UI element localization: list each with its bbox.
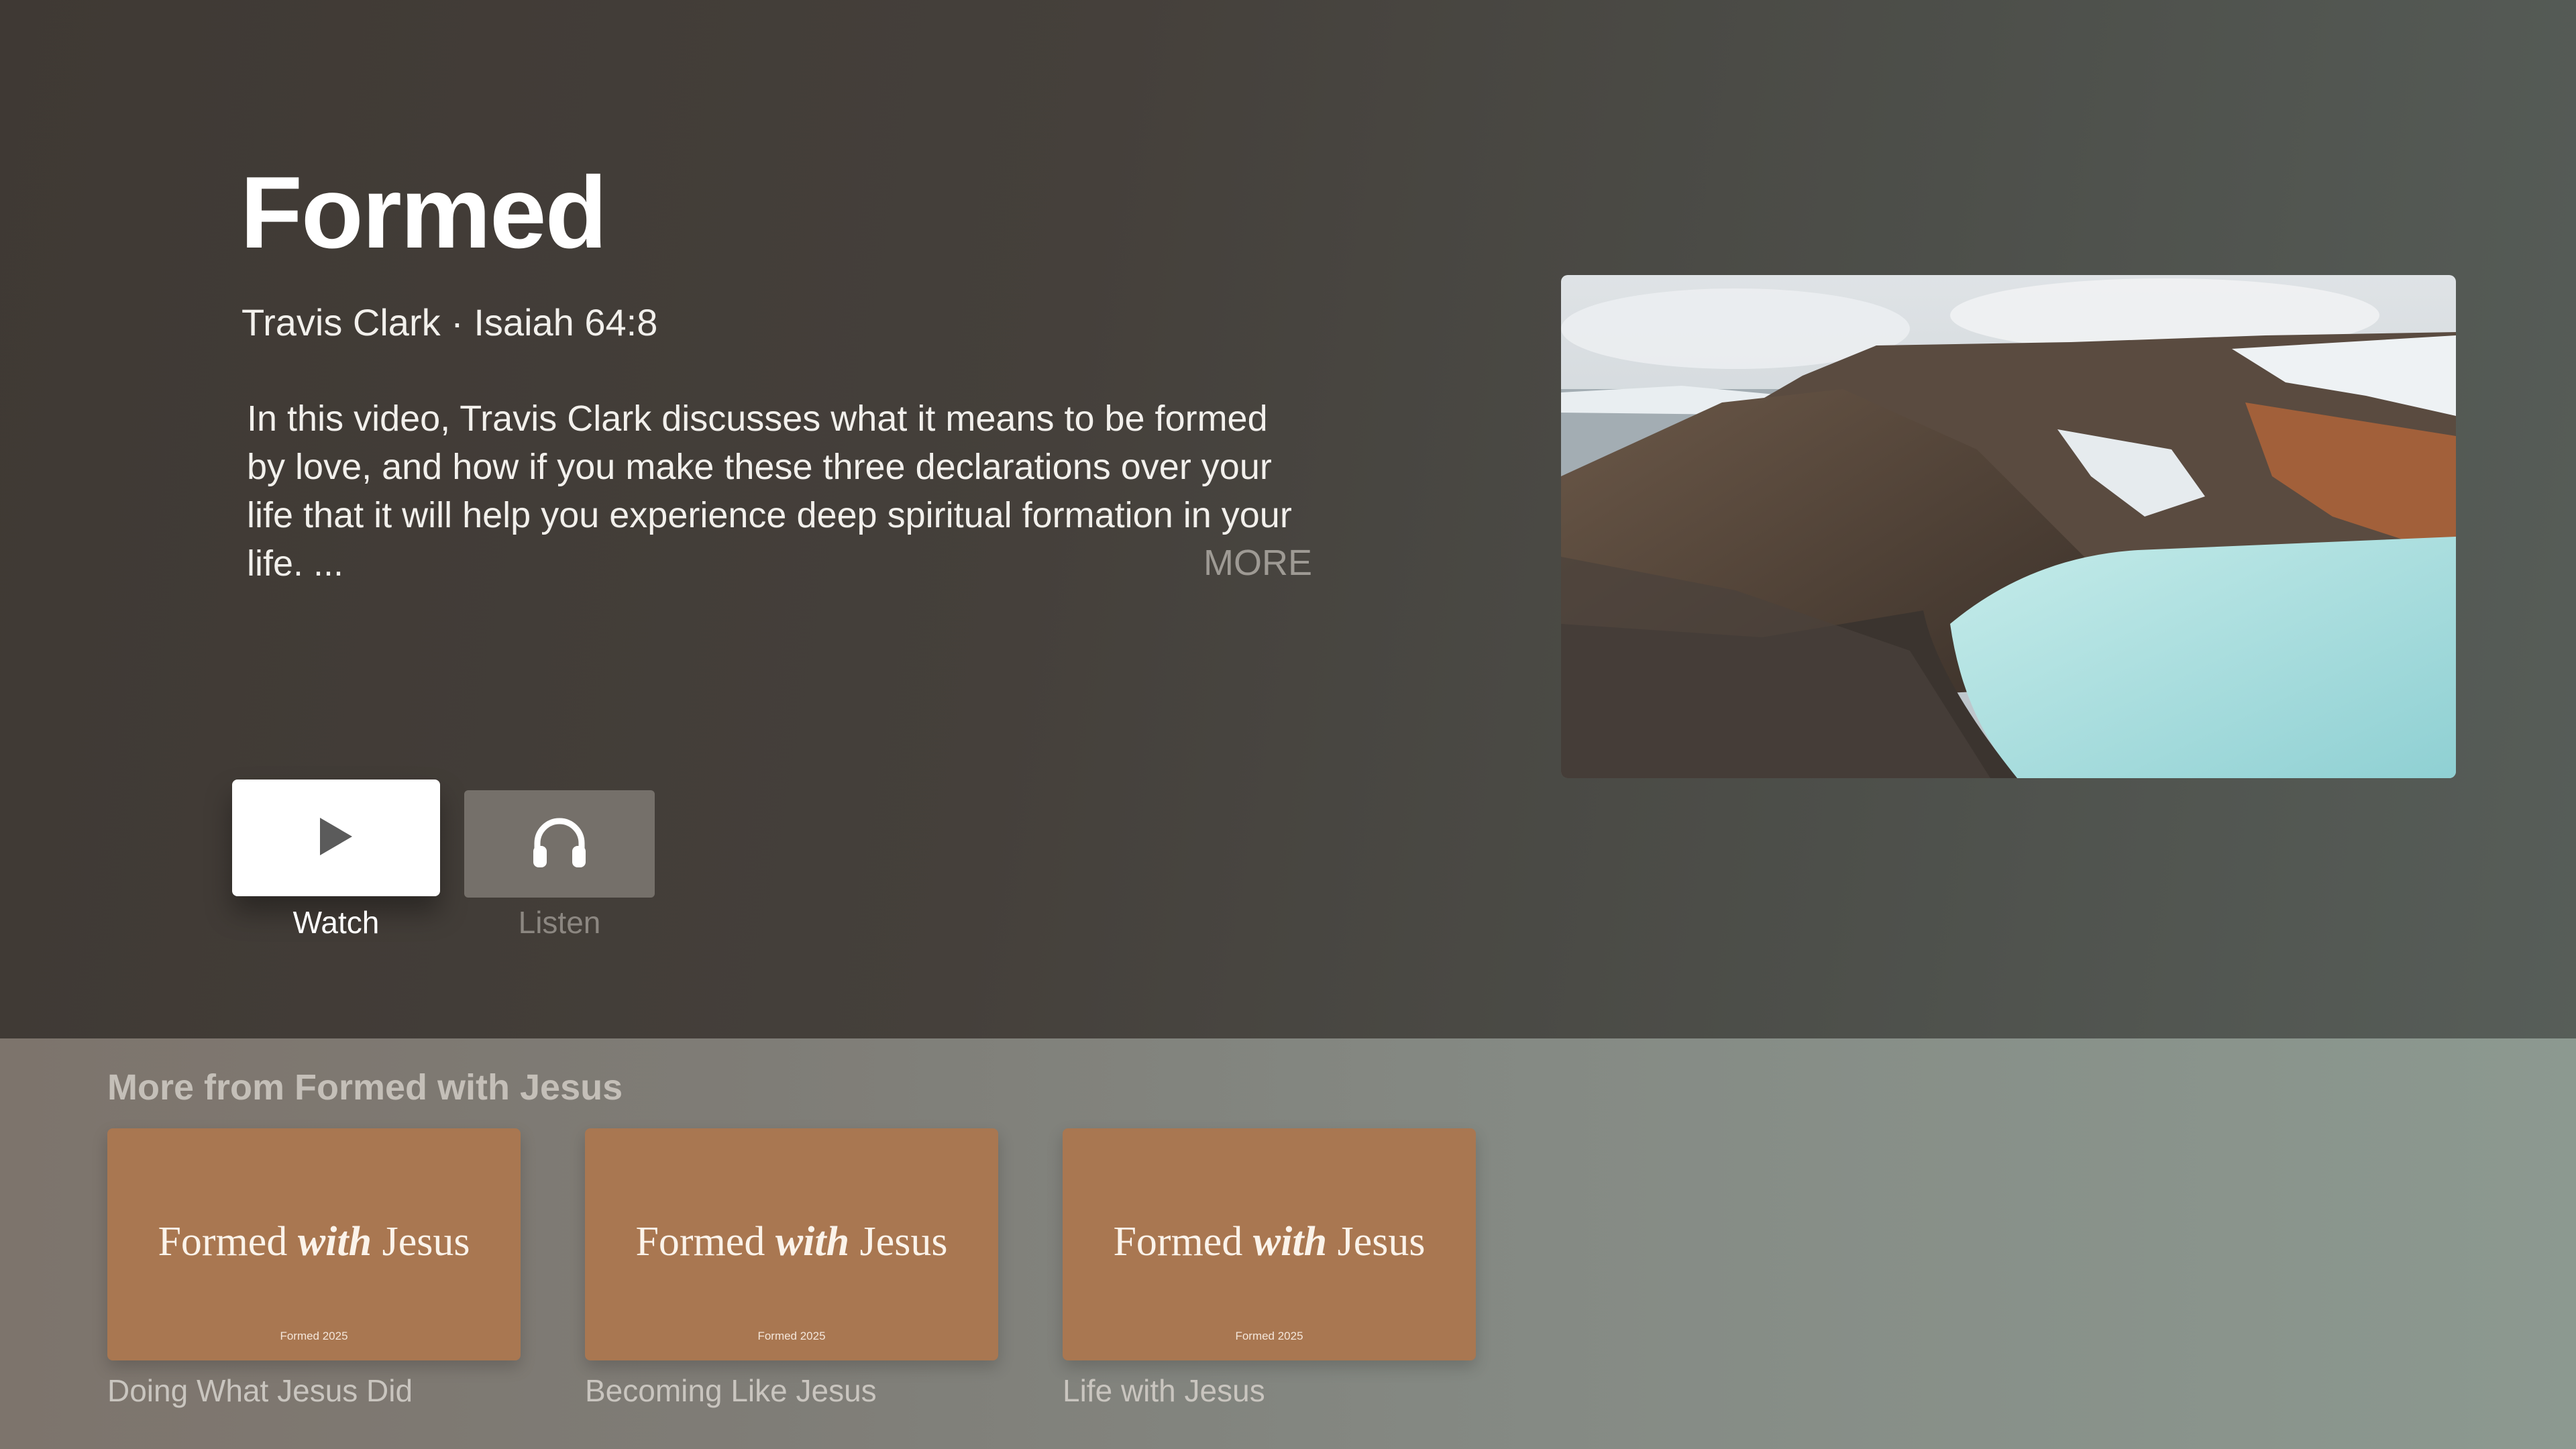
description[interactable]: In this video, Travis Clark discusses wh… [247, 394, 1320, 588]
listen-button[interactable] [464, 790, 655, 898]
crater-lake-image [1561, 275, 2456, 778]
speaker-scripture: Travis Clark · Isaiah 64:8 [241, 301, 658, 343]
card-label: Doing What Jesus Did [107, 1373, 413, 1408]
card-title: Formed with Jesus [635, 1219, 948, 1265]
more-button[interactable]: MORE [1203, 542, 1312, 584]
episode-card[interactable]: Formed with Jesus Formed 2025 [585, 1128, 998, 1360]
page-title: Formed [240, 156, 607, 270]
more-from-shelf: More from Formed with Jesus Formed with … [0, 1038, 2576, 1449]
card-footnote: Formed 2025 [757, 1330, 826, 1342]
card-label: Life with Jesus [1063, 1373, 1265, 1408]
card-footnote: Formed 2025 [280, 1330, 348, 1342]
episode-card[interactable]: Formed with Jesus Formed 2025 [1063, 1128, 1476, 1360]
watch-button[interactable] [232, 780, 440, 896]
episode-card[interactable]: Formed with Jesus Formed 2025 [107, 1128, 521, 1360]
listen-label: Listen [518, 905, 601, 940]
shelf-title: More from Formed with Jesus [107, 1067, 623, 1108]
play-icon [317, 815, 355, 861]
video-thumbnail [1561, 275, 2456, 778]
description-text: In this video, Travis Clark discusses wh… [247, 398, 1292, 584]
watch-label: Watch [292, 905, 380, 940]
card-title: Formed with Jesus [1113, 1219, 1426, 1265]
hero-section: Formed Travis Clark · Isaiah 64:8 In thi… [0, 0, 2576, 1038]
card-title: Formed with Jesus [158, 1219, 470, 1265]
card-label: Becoming Like Jesus [585, 1373, 877, 1408]
headphones-icon [531, 815, 588, 873]
card-footnote: Formed 2025 [1235, 1330, 1303, 1342]
